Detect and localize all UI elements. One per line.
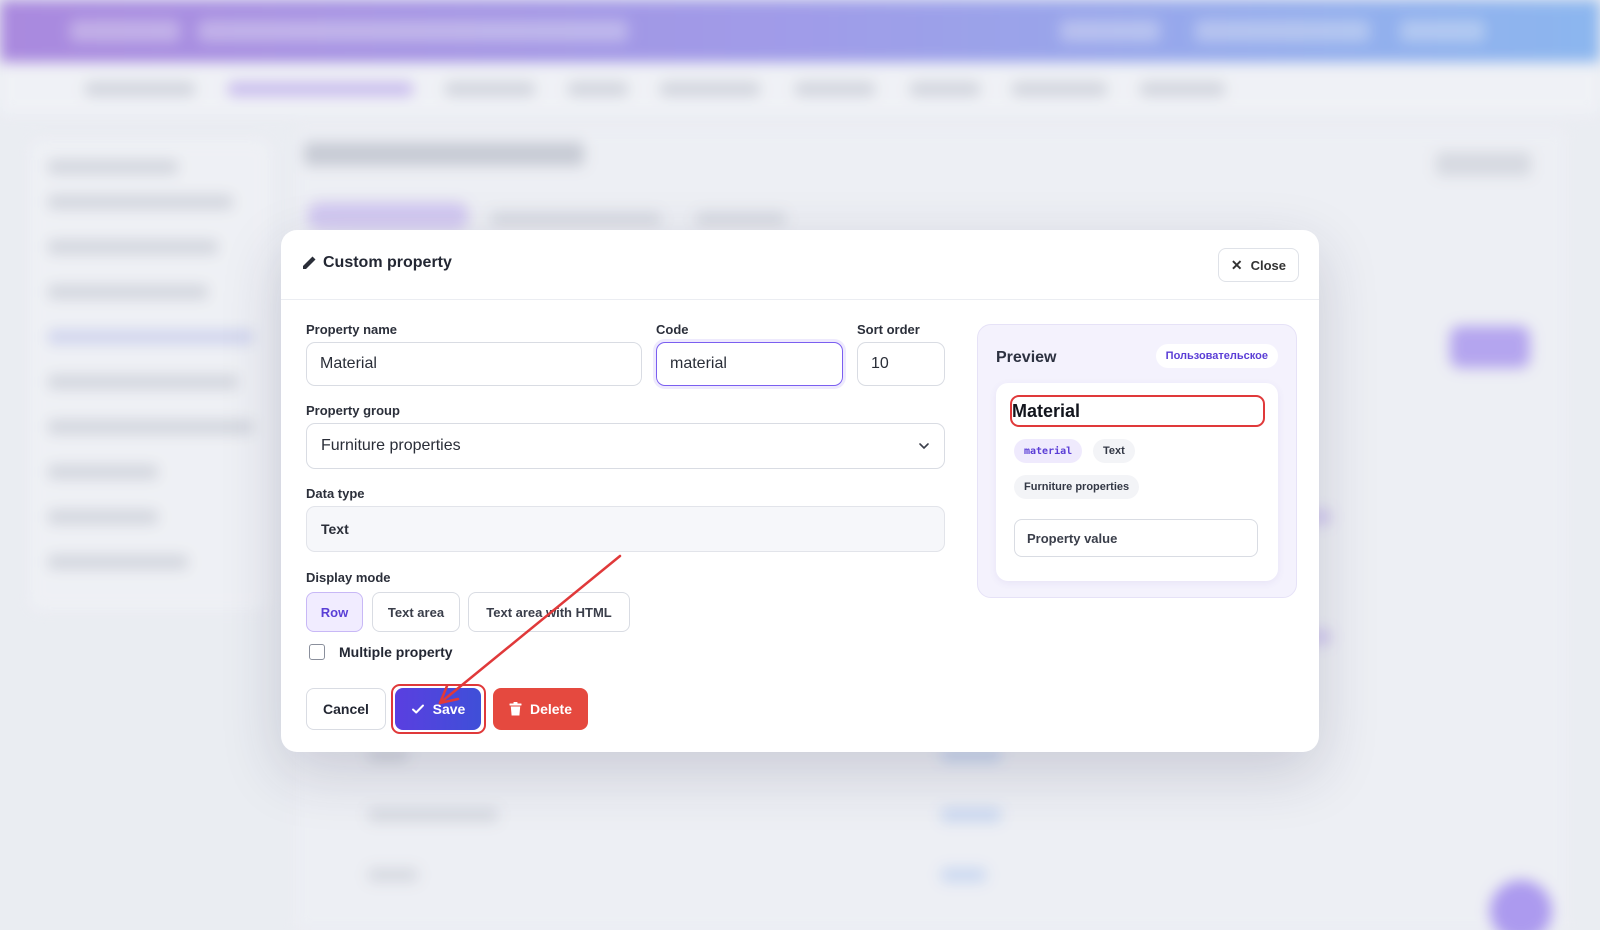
code-label: Code — [656, 322, 689, 337]
property-group-value: Furniture properties — [321, 437, 461, 454]
close-icon: ✕ — [1230, 257, 1243, 273]
check-icon — [411, 704, 424, 714]
close-button-label: Close — [1250, 257, 1286, 273]
property-name-label: Property name — [306, 322, 398, 337]
preview-title: Preview — [996, 349, 1057, 366]
modal-title: Custom property — [301, 254, 452, 272]
preview-group-chip: Furniture properties — [1014, 475, 1140, 499]
display-mode-text-area-html-label: Text area with HTML — [486, 604, 612, 620]
preview-panel: Preview Пользовательское Material materi… — [977, 324, 1297, 598]
trash-icon — [509, 702, 522, 716]
display-mode-text-area[interactable]: Text area — [372, 592, 460, 632]
delete-button-label: Delete — [529, 701, 573, 717]
display-mode-label: Display mode — [306, 570, 391, 585]
data-type-label: Data type — [306, 486, 365, 501]
multiple-property-label: Multiple property — [339, 644, 453, 660]
multiple-property-checkbox[interactable] — [309, 644, 325, 660]
preview-type-chip: Text — [1093, 439, 1135, 463]
pencil-icon — [303, 256, 316, 269]
save-button-label: Save — [432, 701, 466, 717]
close-button[interactable]: ✕ Close — [1217, 248, 1299, 282]
modal-header: Custom property ✕ Close — [281, 230, 1319, 300]
display-mode-row-label: Row — [320, 604, 349, 620]
cancel-button[interactable]: Cancel — [306, 688, 386, 730]
preview-card: Material material Text Furniture propert… — [996, 383, 1278, 581]
display-mode-text-area-label: Text area — [387, 604, 445, 620]
sort-order-input[interactable] — [857, 342, 945, 386]
delete-button[interactable]: Delete — [493, 688, 588, 730]
preview-code-chip: material — [1014, 439, 1083, 463]
sort-order-label: Sort order — [857, 322, 920, 337]
modal-title-text: Custom property — [323, 254, 452, 271]
property-group-label: Property group — [306, 403, 400, 418]
custom-property-modal: Custom property ✕ Close Property name Co… — [281, 230, 1319, 752]
cancel-button-label: Cancel — [323, 701, 369, 717]
data-type-field: Text — [306, 506, 945, 552]
chevron-down-icon — [919, 443, 929, 450]
data-type-value: Text — [321, 521, 349, 537]
property-group-select[interactable]: Furniture properties — [306, 423, 945, 469]
preview-type-badge: Пользовательское — [1155, 344, 1278, 368]
preview-property-name: Material — [1012, 401, 1081, 421]
display-mode-text-area-html[interactable]: Text area with HTML — [468, 592, 630, 632]
code-input[interactable] — [656, 342, 843, 386]
property-name-input[interactable] — [306, 342, 642, 386]
preview-value-input[interactable]: Property value — [1014, 519, 1258, 557]
save-button[interactable]: Save — [395, 688, 481, 730]
display-mode-row[interactable]: Row — [306, 592, 363, 632]
